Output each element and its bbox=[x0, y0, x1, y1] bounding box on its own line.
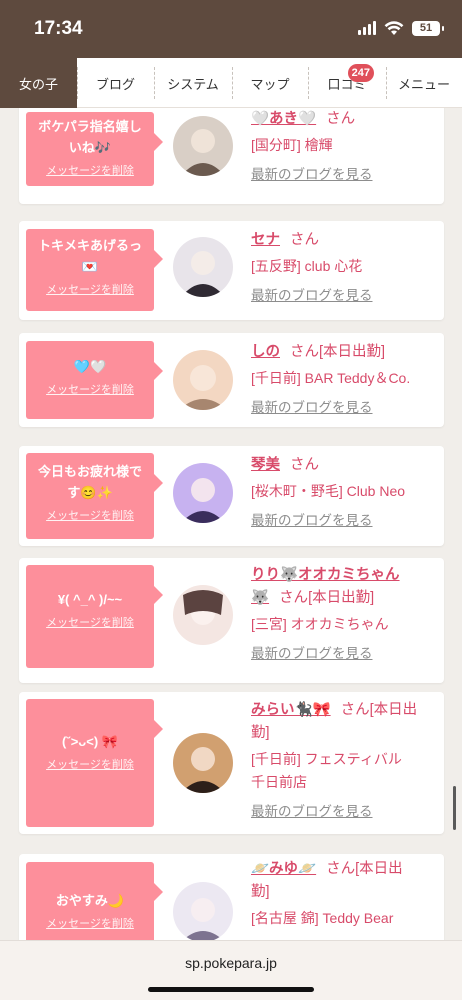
message-text: おやすみ🌙 bbox=[55, 893, 125, 908]
girl-name-link[interactable]: 琴美 bbox=[251, 457, 280, 473]
avatar[interactable] bbox=[173, 733, 233, 793]
girl-card: (˘>ᴗ<) 🎀 メッセージを削除 みらい🐈‍⬛🎀 さん[本日出 勤] [千日前]… bbox=[19, 692, 444, 834]
message-bubble: 今日もお疲れ様で す😊✨ メッセージを削除 bbox=[26, 453, 163, 539]
message-text: ¥( ^_^ )/~~ bbox=[57, 592, 123, 607]
delete-message-link[interactable]: メッセージを削除 bbox=[46, 281, 134, 297]
delete-message-link[interactable]: メッセージを削除 bbox=[46, 507, 134, 523]
girl-name-link[interactable]: セナ bbox=[251, 232, 280, 248]
shop-name: [千日前] フェスティバル 千日前店 bbox=[251, 751, 402, 790]
message-text: トキメキあげるっ 💌 bbox=[37, 238, 142, 274]
battery-icon: 51 bbox=[412, 20, 444, 36]
girl-info: 🤍あき🤍 さん [国分町] 檜輝 最新のブログを見る bbox=[251, 108, 437, 184]
girl-info: セナ さん [五反野] club 心花 最新のブログを見る bbox=[251, 229, 437, 305]
girl-info: りり🐺オオカミちゃん 🐺 さん[本日出勤] [三宮] オオカミちゃん 最新のブログ… bbox=[251, 564, 437, 663]
avatar[interactable] bbox=[173, 237, 233, 297]
favorites-list: ボケパラ指名嬉し いね🎶 メッセージを削除 🤍あき🤍 さん [国分町] 檜輝 最新… bbox=[0, 108, 462, 940]
message-bubble: ¥( ^_^ )/~~ メッセージを削除 bbox=[26, 565, 163, 668]
nav-bar: 女の子 ブログ システム マップ 口コミ 247 メニュー bbox=[0, 58, 462, 108]
girl-card: 今日もお疲れ様で す😊✨ メッセージを削除 琴美 さん [桜木町・野毛] Club… bbox=[19, 446, 444, 546]
status-time: 17:34 bbox=[34, 18, 83, 39]
home-indicator bbox=[148, 987, 314, 992]
girl-card: ¥( ^_^ )/~~ メッセージを削除 りり🐺オオカミちゃん 🐺 さん[本日出勤… bbox=[19, 558, 444, 683]
latest-blog-link[interactable]: 最新のブログを見る bbox=[251, 642, 373, 662]
girl-card: ボケパラ指名嬉し いね🎶 メッセージを削除 🤍あき🤍 さん [国分町] 檜輝 最新… bbox=[19, 108, 444, 204]
shop-name: [三宮] オオカミちゃん bbox=[251, 616, 389, 632]
girl-info: みらい🐈‍⬛🎀 さん[本日出 勤] [千日前] フェスティバル 千日前店 最新のブ… bbox=[251, 699, 437, 821]
delete-message-link[interactable]: メッセージを削除 bbox=[46, 915, 134, 931]
delete-message-link[interactable]: メッセージを削除 bbox=[46, 381, 134, 397]
girl-info: しの さん[本日出勤] [千日前] BAR Teddy＆Co. 最新のブログを見る bbox=[251, 341, 437, 417]
girl-card: おやすみ🌙 メッセージを削除 🪐みゆ🪐 さん[本日出 勤] [名古屋 錦] Ted… bbox=[19, 854, 444, 940]
shop-name: [名古屋 錦] Teddy Bear bbox=[251, 910, 394, 926]
reviews-count-badge: 247 bbox=[347, 64, 374, 82]
message-text: ボケパラ指名嬉し いね🎶 bbox=[38, 119, 142, 155]
delete-message-link[interactable]: メッセージを削除 bbox=[46, 756, 134, 772]
girl-info: 🪐みゆ🪐 さん[本日出 勤] [名古屋 錦] Teddy Bear bbox=[251, 858, 437, 930]
shop-name: [桜木町・野毛] Club Neo bbox=[251, 483, 406, 499]
girl-name-link[interactable]: 🪐みゆ🪐 bbox=[251, 861, 316, 877]
message-bubble: (˘>ᴗ<) 🎀 メッセージを削除 bbox=[26, 699, 163, 827]
girl-card: トキメキあげるっ 💌 メッセージを削除 セナ さん [五反野] club 心花 最… bbox=[19, 221, 444, 320]
girl-name-link[interactable]: 🤍あき🤍 bbox=[251, 111, 316, 127]
delete-message-link[interactable]: メッセージを削除 bbox=[46, 162, 134, 178]
tab-reviews[interactable]: 口コミ 247 bbox=[308, 58, 386, 108]
avatar[interactable] bbox=[173, 116, 233, 176]
message-bubble: おやすみ🌙 メッセージを削除 bbox=[26, 862, 163, 940]
tab-girls[interactable]: 女の子 bbox=[0, 58, 77, 108]
avatar[interactable] bbox=[173, 882, 233, 940]
scrollbar-thumb[interactable] bbox=[453, 786, 456, 830]
girl-name-link[interactable]: みらい🐈‍⬛🎀 bbox=[251, 702, 331, 718]
tab-system[interactable]: システム bbox=[154, 58, 232, 108]
tab-blog[interactable]: ブログ bbox=[77, 58, 154, 108]
cellular-signal-icon bbox=[358, 21, 376, 35]
url-text: sp.pokepara.jp bbox=[185, 955, 277, 971]
girl-name-link[interactable]: しの bbox=[251, 344, 280, 360]
message-text: (˘>ᴗ<) 🎀 bbox=[62, 734, 118, 749]
shop-name: [五反野] club 心花 bbox=[251, 258, 363, 274]
latest-blog-link[interactable]: 最新のブログを見る bbox=[251, 163, 373, 183]
message-text: 🩵🤍 bbox=[73, 359, 107, 374]
tab-menu[interactable]: メニュー bbox=[386, 58, 462, 108]
message-bubble: ボケパラ指名嬉し いね🎶 メッセージを削除 bbox=[26, 112, 163, 186]
girl-info: 琴美 さん [桜木町・野毛] Club Neo 最新のブログを見る bbox=[251, 454, 437, 530]
delete-message-link[interactable]: メッセージを削除 bbox=[46, 614, 134, 630]
latest-blog-link[interactable]: 最新のブログを見る bbox=[251, 800, 373, 820]
shop-name: [千日前] BAR Teddy＆Co. bbox=[251, 370, 411, 386]
avatar[interactable] bbox=[173, 463, 233, 523]
message-text: 今日もお疲れ様で す😊✨ bbox=[37, 464, 142, 500]
status-bar: 17:34 51 bbox=[0, 0, 462, 58]
girl-card: 🩵🤍 メッセージを削除 しの さん[本日出勤] [千日前] BAR Teddy＆C… bbox=[19, 333, 444, 427]
message-bubble: 🩵🤍 メッセージを削除 bbox=[26, 341, 163, 419]
avatar[interactable] bbox=[173, 585, 233, 645]
latest-blog-link[interactable]: 最新のブログを見る bbox=[251, 284, 373, 304]
latest-blog-link[interactable]: 最新のブログを見る bbox=[251, 509, 373, 529]
latest-blog-link[interactable]: 最新のブログを見る bbox=[251, 396, 373, 416]
shop-name: [国分町] 檜輝 bbox=[251, 137, 333, 153]
tab-map[interactable]: マップ bbox=[232, 58, 308, 108]
avatar[interactable] bbox=[173, 350, 233, 410]
status-icons: 51 bbox=[358, 20, 444, 36]
browser-address-bar[interactable]: sp.pokepara.jp bbox=[0, 940, 462, 1000]
message-bubble: トキメキあげるっ 💌 メッセージを削除 bbox=[26, 229, 163, 311]
wifi-icon bbox=[384, 21, 404, 35]
